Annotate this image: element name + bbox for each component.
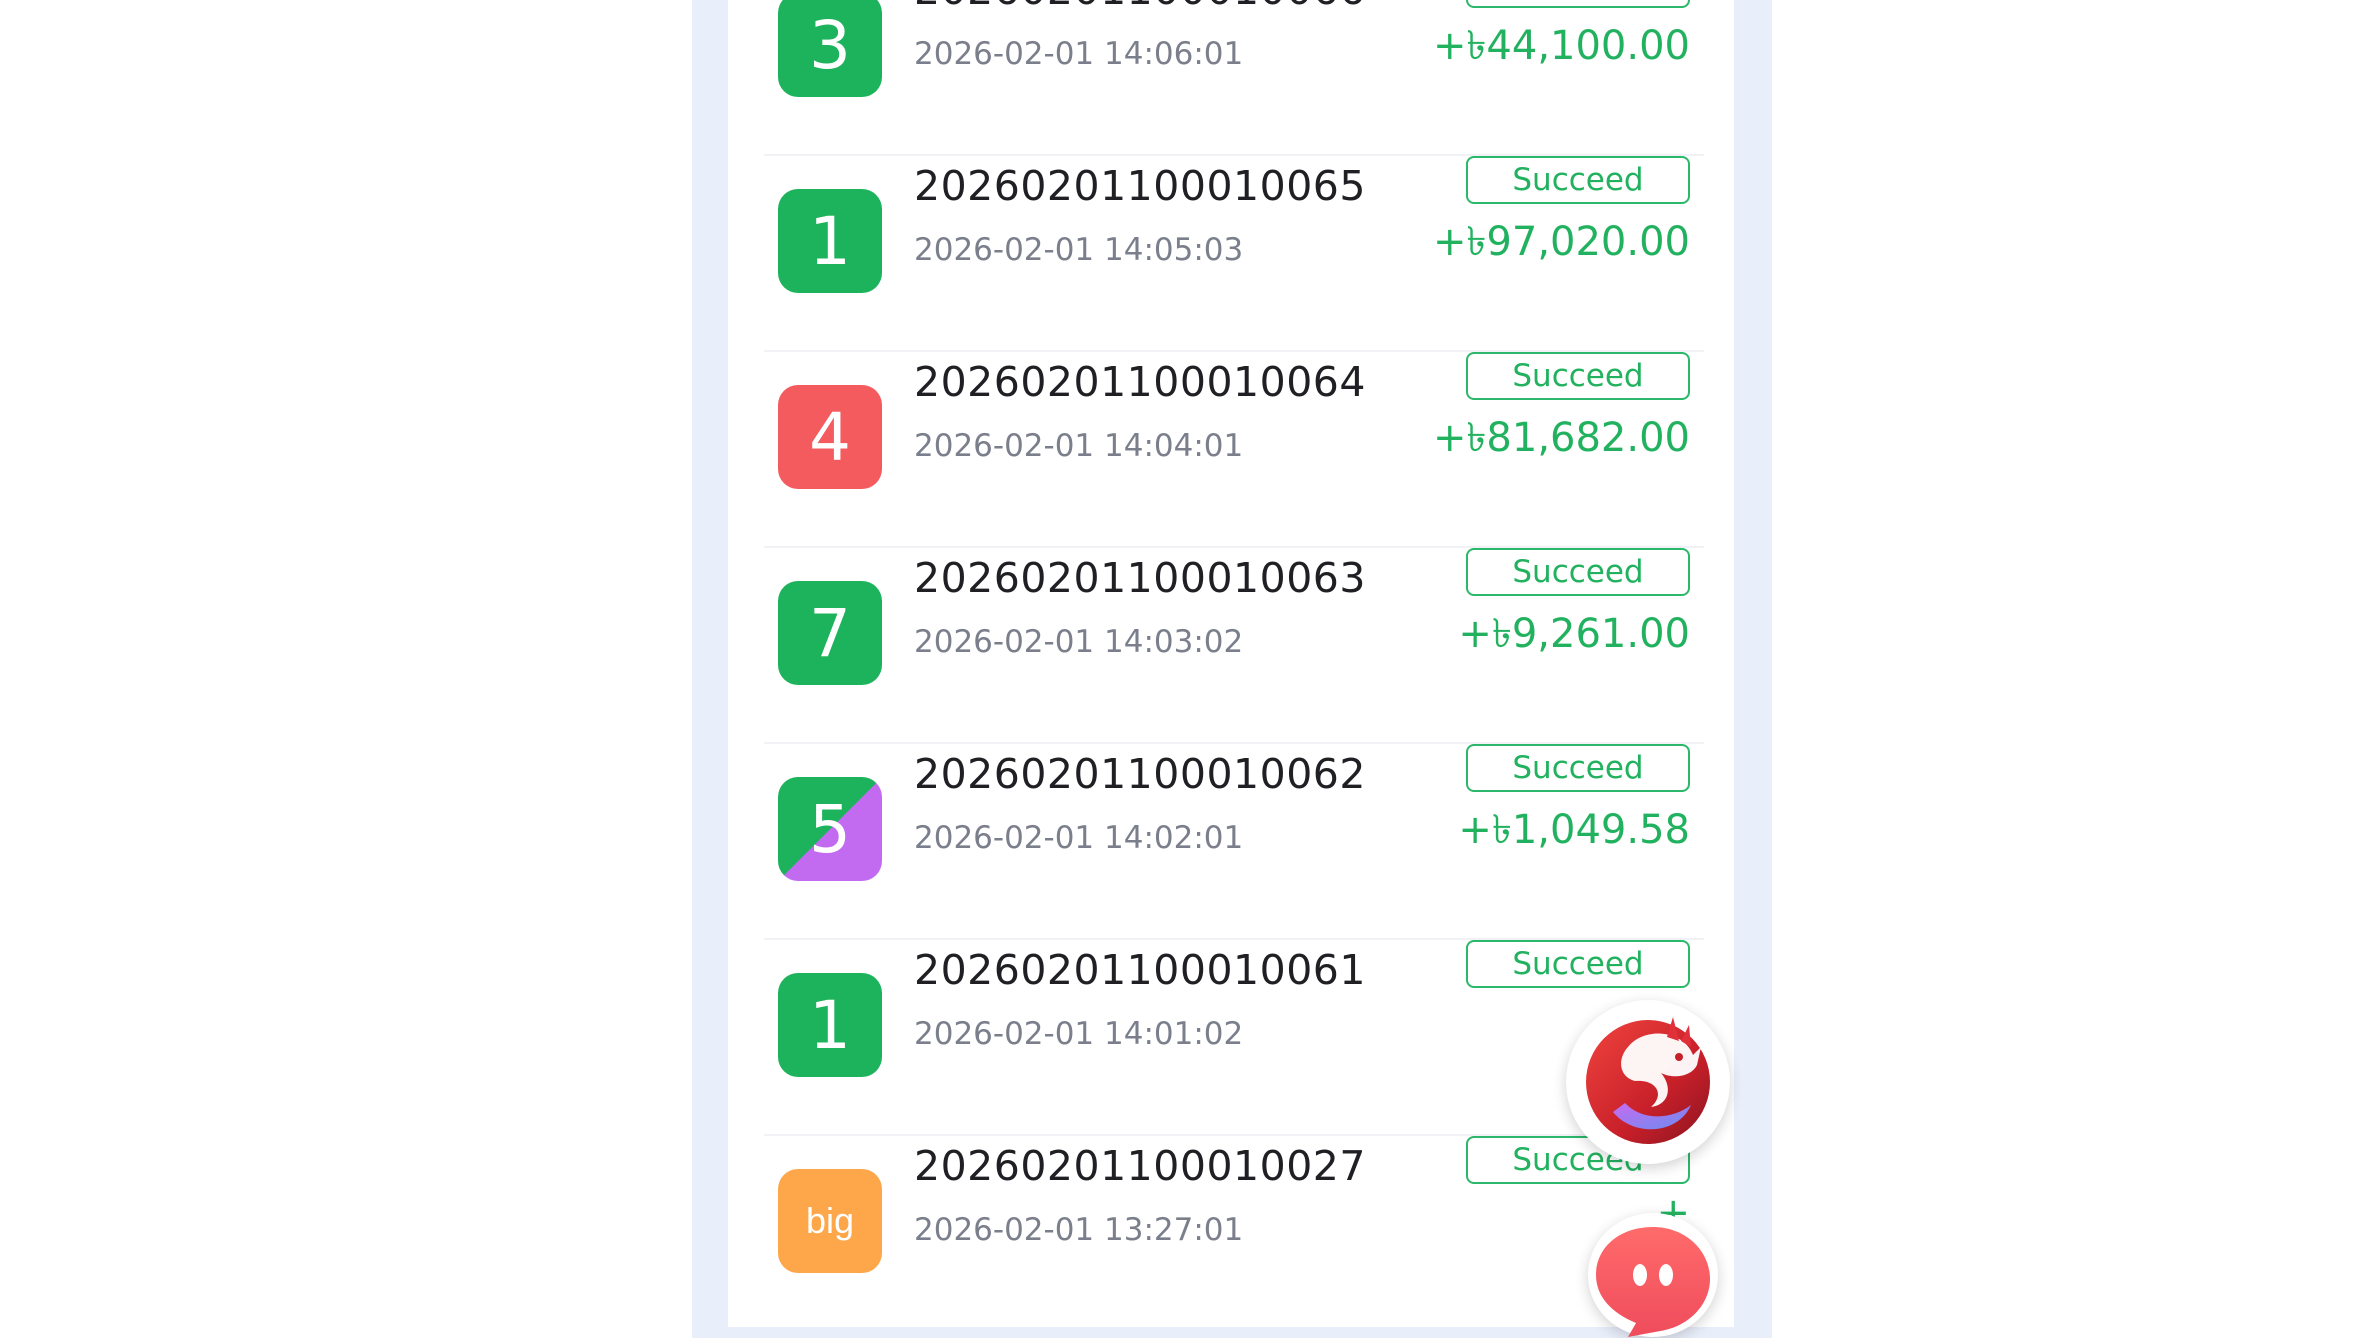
status-badge: Succeed	[1466, 0, 1690, 8]
order-time: 2026-02-01 14:06:01	[914, 36, 1244, 72]
result-number-badge: 1	[778, 189, 882, 293]
amount: +৳81,682.00	[1432, 415, 1690, 461]
order-time: 2026-02-01 14:04:01	[914, 428, 1244, 464]
result-number-badge: 5	[778, 777, 882, 881]
order-time: 2026-02-01 14:05:03	[914, 232, 1244, 268]
result-number-badge: 4	[778, 385, 882, 489]
order-id: 20260201100010064	[914, 358, 1366, 406]
order-time: 2026-02-01 14:03:02	[914, 624, 1244, 660]
status-badge: Succeed	[1466, 744, 1690, 792]
order-id: 20260201100010065	[914, 162, 1366, 210]
order-time: 2026-02-01 13:27:01	[914, 1212, 1244, 1248]
order-id: 20260201100010063	[914, 554, 1366, 602]
transaction-row[interactable]: 1 20260201100010065 2026-02-01 14:05:03 …	[764, 154, 1704, 352]
order-id: 20260201100010061	[914, 946, 1366, 994]
status-badge: Succeed	[1466, 352, 1690, 400]
order-id: 20260201100010062	[914, 750, 1366, 798]
transaction-row[interactable]: 3 20260201100010066 2026-02-01 14:06:01 …	[764, 0, 1704, 156]
result-label-badge: big	[778, 1169, 882, 1273]
result-number-badge: 7	[778, 581, 882, 685]
status-badge: Succeed	[1466, 156, 1690, 204]
status-badge: Succeed	[1466, 940, 1690, 988]
order-id: 20260201100010066	[914, 0, 1366, 14]
transaction-row[interactable]: 1 20260201100010061 2026-02-01 14:01:02 …	[764, 938, 1704, 1136]
chat-bubble-icon	[1596, 1227, 1710, 1337]
order-time: 2026-02-01 14:01:02	[914, 1016, 1244, 1052]
chat-button[interactable]	[1588, 1213, 1718, 1337]
amount: +৳97,020.00	[1432, 219, 1690, 265]
result-number-badge: 3	[778, 0, 882, 97]
amount: +৳9,261.00	[1458, 611, 1690, 657]
transaction-row[interactable]: big 20260201100010027 2026-02-01 13:27:0…	[764, 1134, 1704, 1330]
dragon-logo-icon	[1586, 1017, 1710, 1144]
transaction-row[interactable]: 4 20260201100010064 2026-02-01 14:04:01 …	[764, 350, 1704, 548]
order-time: 2026-02-01 14:02:01	[914, 820, 1244, 856]
dragon-logo-button[interactable]	[1566, 1000, 1730, 1164]
transaction-row[interactable]: 7 20260201100010063 2026-02-01 14:03:02 …	[764, 546, 1704, 744]
amount: +৳44,100.00	[1432, 23, 1690, 69]
order-id: 20260201100010027	[914, 1142, 1366, 1190]
transaction-row[interactable]: 5 20260201100010062 2026-02-01 14:02:01 …	[764, 742, 1704, 940]
amount: +৳1,049.58	[1458, 807, 1690, 853]
status-badge: Succeed	[1466, 548, 1690, 596]
result-number-badge: 1	[778, 973, 882, 1077]
